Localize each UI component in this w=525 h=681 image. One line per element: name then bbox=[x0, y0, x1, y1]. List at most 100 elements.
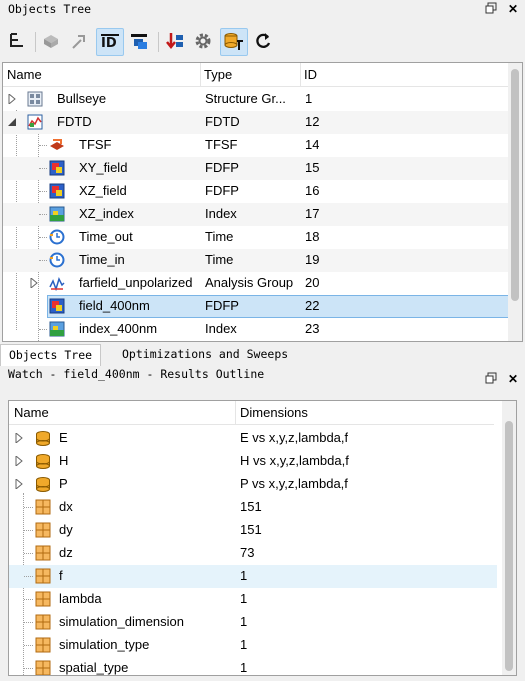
row-name: FDTD bbox=[57, 114, 92, 129]
column-divider bbox=[235, 401, 236, 425]
expand-arrow-icon[interactable] bbox=[29, 278, 39, 288]
expand-arrow-icon[interactable] bbox=[14, 479, 24, 489]
result-dims: 1 bbox=[240, 568, 248, 583]
column-header-name[interactable]: Name bbox=[14, 405, 49, 420]
results-outline-tree[interactable]: Name Dimensions E E vs x,y,z,lambda,f H … bbox=[8, 400, 517, 676]
row-name: XZ_index bbox=[79, 206, 134, 221]
result-row-dx[interactable]: dx 151 bbox=[9, 496, 499, 519]
result-dims: E vs x,y,z,lambda,f bbox=[240, 430, 349, 445]
row-type: Time bbox=[205, 252, 234, 267]
2d-3d-view-icon[interactable]: ID bbox=[96, 28, 124, 56]
bring-front-icon[interactable] bbox=[126, 28, 154, 56]
tree-row-bullseye[interactable]: Bullseye Structure Gr... 1 bbox=[3, 88, 510, 111]
result-row-simulation-type[interactable]: simulation_type 1 bbox=[9, 634, 499, 657]
expand-arrow-icon[interactable] bbox=[7, 94, 17, 104]
column-header-id[interactable]: ID bbox=[304, 67, 317, 82]
column-header-dimensions[interactable]: Dimensions bbox=[240, 405, 308, 420]
database-filter-icon[interactable] bbox=[220, 28, 248, 56]
matrix-icon bbox=[35, 522, 51, 538]
result-name: lambda bbox=[59, 591, 102, 606]
tree-row-xy-field[interactable]: XY_field FDFP 15 bbox=[3, 157, 510, 180]
toolbar-separator bbox=[35, 32, 36, 52]
tree-structure-icon[interactable] bbox=[4, 28, 32, 56]
tree-branch-line bbox=[24, 668, 33, 669]
column-header-type[interactable]: Type bbox=[204, 67, 232, 82]
matrix-icon bbox=[35, 545, 51, 561]
float-icon[interactable] bbox=[484, 2, 498, 16]
field-monitor-icon bbox=[49, 160, 65, 176]
tree-row-index-400nm[interactable]: index_400nm Index 23 bbox=[3, 318, 510, 341]
result-row-f[interactable]: f 1 bbox=[9, 565, 497, 588]
row-name: XZ_field bbox=[79, 183, 127, 198]
result-row-spatial-type[interactable]: spatial_type 1 bbox=[9, 657, 499, 675]
toolbar-separator bbox=[158, 32, 159, 52]
row-type: TFSF bbox=[205, 137, 238, 152]
tree-branch-line bbox=[39, 214, 47, 215]
fdtd-icon bbox=[27, 114, 43, 130]
expand-arrow-icon[interactable] bbox=[14, 433, 24, 443]
result-dims: 151 bbox=[240, 522, 262, 537]
result-name: dz bbox=[59, 545, 73, 560]
result-row-dz[interactable]: dz 73 bbox=[9, 542, 499, 565]
row-id: 12 bbox=[305, 114, 320, 129]
tree-row-tfsf[interactable]: TFSF TFSF 14 bbox=[3, 134, 510, 157]
result-row-h[interactable]: H H vs x,y,z,lambda,f bbox=[9, 450, 499, 473]
close-icon[interactable]: ✕ bbox=[506, 372, 520, 386]
tree-row-time-in[interactable]: Time_in Time 19 bbox=[3, 249, 510, 272]
result-dims: P vs x,y,z,lambda,f bbox=[240, 476, 348, 491]
row-id: 17 bbox=[305, 206, 320, 221]
result-dims: 1 bbox=[240, 660, 248, 675]
tab-objects-tree[interactable]: Objects Tree bbox=[0, 344, 102, 366]
collapse-arrow-icon[interactable] bbox=[7, 117, 17, 127]
scrollbar-thumb[interactable] bbox=[511, 69, 519, 301]
row-id: 15 bbox=[305, 160, 320, 175]
refresh-icon[interactable] bbox=[250, 28, 278, 56]
column-header-name[interactable]: Name bbox=[7, 67, 42, 82]
result-name: simulation_type bbox=[59, 637, 150, 652]
row-name: Time_out bbox=[79, 229, 133, 244]
tree-branch-line bbox=[39, 168, 47, 169]
float-icon[interactable] bbox=[484, 372, 498, 386]
tfsf-source-icon bbox=[50, 139, 64, 150]
row-type: Analysis Group bbox=[205, 275, 294, 290]
results-scrollbar[interactable] bbox=[502, 401, 516, 675]
field-monitor-icon bbox=[49, 183, 65, 199]
result-row-p[interactable]: P P vs x,y,z,lambda,f bbox=[9, 473, 499, 496]
objects-panel-titlebar: Objects Tree ✕ bbox=[0, 0, 525, 20]
tree-row-farfield-unpolarized[interactable]: farfield_unpolarized Analysis Group 20 bbox=[3, 272, 510, 295]
row-id: 16 bbox=[305, 183, 320, 198]
objects-tree-scrollbar[interactable] bbox=[508, 63, 522, 341]
result-row-lambda[interactable]: lambda 1 bbox=[9, 588, 499, 611]
row-id: 14 bbox=[305, 137, 320, 152]
analysis-group-icon bbox=[49, 276, 65, 291]
tree-row-xz-index[interactable]: XZ_index Index 17 bbox=[3, 203, 510, 226]
row-type: FDTD bbox=[205, 114, 240, 129]
database-icon bbox=[36, 431, 50, 446]
result-dims: 1 bbox=[240, 591, 248, 606]
pointer-icon[interactable] bbox=[66, 28, 94, 56]
sort-icon[interactable] bbox=[162, 28, 190, 56]
row-type: FDFP bbox=[205, 160, 239, 175]
tree-row-fdtd[interactable]: FDTD FDTD 12 bbox=[3, 111, 510, 134]
tree-row-xz-field[interactable]: XZ_field FDFP 16 bbox=[3, 180, 510, 203]
result-name: simulation_dimension bbox=[59, 614, 185, 629]
row-name: TFSF bbox=[79, 137, 112, 152]
insert-object-icon[interactable] bbox=[38, 28, 66, 56]
result-name: f bbox=[59, 568, 63, 583]
result-row-simulation-dimension[interactable]: simulation_dimension 1 bbox=[9, 611, 499, 634]
close-icon[interactable]: ✕ bbox=[506, 2, 520, 16]
objects-tree-view[interactable]: Name Type ID Bullseye Structure Gr... 1 … bbox=[2, 62, 523, 342]
tree-row-time-out[interactable]: Time_out Time 18 bbox=[3, 226, 510, 249]
row-name: Bullseye bbox=[57, 91, 107, 106]
svg-text:ID: ID bbox=[101, 36, 117, 51]
row-name: XY_field bbox=[79, 160, 128, 175]
tab-optimizations-sweeps[interactable]: Optimizations and Sweeps bbox=[114, 344, 296, 366]
tree-row-field-400nm[interactable]: field_400nm FDFP 22 bbox=[3, 295, 510, 318]
settings-gear-icon[interactable] bbox=[190, 28, 218, 56]
result-row-dy[interactable]: dy 151 bbox=[9, 519, 499, 542]
column-divider bbox=[200, 63, 201, 87]
tree-branch-line bbox=[39, 191, 47, 192]
result-row-e[interactable]: E E vs x,y,z,lambda,f bbox=[9, 427, 499, 450]
expand-arrow-icon[interactable] bbox=[14, 456, 24, 466]
scrollbar-thumb[interactable] bbox=[505, 421, 513, 671]
